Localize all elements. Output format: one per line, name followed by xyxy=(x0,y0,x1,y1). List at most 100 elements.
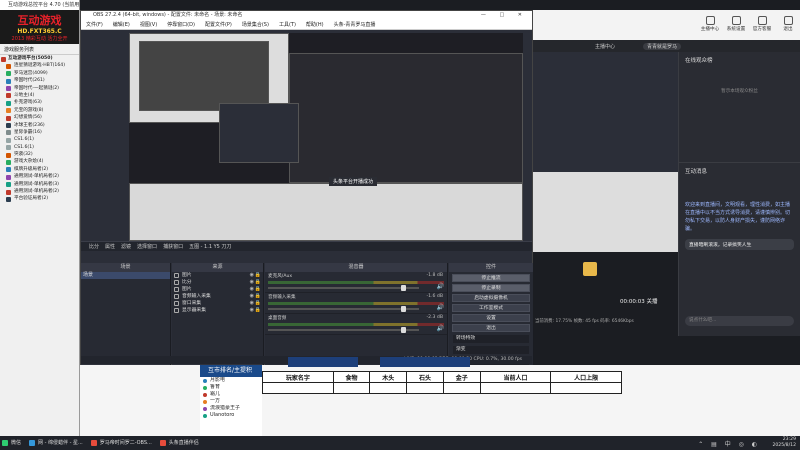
game-list-item[interactable]: 幻想爱情(56) xyxy=(0,114,79,121)
source-toolbar-item[interactable]: 滤镜 xyxy=(121,243,131,250)
scenes-header: 场景 xyxy=(81,263,170,272)
source-toolbar-item[interactable]: 属性 xyxy=(105,243,115,250)
taskbar-app[interactable]: 头条直播伴侣 xyxy=(158,437,203,449)
eye-icon[interactable]: ◉ xyxy=(250,293,254,300)
source-toolbar-item[interactable]: 选择窗口 xyxy=(137,243,157,250)
game-list-item[interactable]: 棋牌升级局者(2) xyxy=(0,166,79,173)
rank-list-item: 月影电 xyxy=(200,377,262,384)
live-right-panel: 在线观众榜 暂示本场观众粉丝 互动消息 欢迎来到直播间，文明观看，理性消费，如主… xyxy=(678,52,800,336)
menu-item[interactable]: 配置文件(P) xyxy=(200,21,237,28)
source-toolbar-item[interactable]: 比分 xyxy=(89,243,99,250)
topbar-item[interactable]: 官方客服 xyxy=(750,16,774,32)
topbar-item[interactable]: 退出 xyxy=(776,16,800,32)
menu-item[interactable]: 停靠窗口(D) xyxy=(162,21,200,28)
volume-knob[interactable] xyxy=(401,327,407,333)
lock-icon[interactable]: 🔒 xyxy=(255,286,261,293)
speaker-icon[interactable]: 🔊 xyxy=(437,325,444,332)
scene-item[interactable]: 场景 xyxy=(81,272,170,279)
menu-item[interactable]: 头条-青青罗马直播 xyxy=(329,21,381,28)
lock-icon[interactable]: 🔒 xyxy=(255,272,261,279)
source-toolbar-item[interactable]: 捕获窗口 xyxy=(163,243,183,250)
menu-item[interactable]: 工具(T) xyxy=(274,21,301,28)
game-icon xyxy=(6,63,11,69)
transition-select[interactable]: 渐变 xyxy=(453,346,529,354)
source-item[interactable]: 窗口采集 ◉ 🔒 xyxy=(172,300,263,307)
mixer-channel: 桌面音频 -2.3 dB 🔊 xyxy=(265,314,447,335)
game-list-item[interactable]: CS1.6(1) xyxy=(0,144,79,151)
volume-slider[interactable] xyxy=(268,306,420,312)
game-list-item[interactable]: 互动游戏平台(5050) xyxy=(0,55,79,62)
taskbar-app[interactable]: 微信 xyxy=(0,437,25,449)
menu-item[interactable]: 视图(V) xyxy=(135,21,162,28)
live-timer[interactable]: 00:00:03 关播 xyxy=(620,297,657,305)
menu-item[interactable]: 帮助(H) xyxy=(301,21,329,28)
game-list-item[interactable]: 通用测试-单机局者(2) xyxy=(0,188,79,195)
topbar-item[interactable]: 系统设置 xyxy=(724,16,748,32)
transition-label: 转场特效 xyxy=(453,335,529,343)
lock-icon[interactable]: 🔒 xyxy=(255,307,261,314)
window-controls[interactable]: — □ ✕ xyxy=(481,11,528,20)
menu-item[interactable]: 文件(F) xyxy=(81,21,108,28)
lock-icon[interactable]: 🔒 xyxy=(255,279,261,286)
game-list-item[interactable]: 通用测试-单机局者(2) xyxy=(0,173,79,180)
game-list-item[interactable]: 斗地主(4) xyxy=(0,92,79,99)
eye-icon[interactable]: ◉ xyxy=(250,286,254,293)
source-item[interactable]: 图片 ◉ 🔒 xyxy=(172,286,263,293)
stats-column-header: 当前人口 xyxy=(479,371,552,383)
lock-icon[interactable]: 🔒 xyxy=(255,293,261,300)
speaker-icon[interactable]: 🔊 xyxy=(437,304,444,311)
eye-icon[interactable]: ◉ xyxy=(250,279,254,286)
source-item[interactable]: 显示器采集 ◉ 🔒 xyxy=(172,307,263,314)
source-type-icon xyxy=(174,273,179,278)
volume-knob[interactable] xyxy=(401,285,407,291)
game-list-item[interactable]: 平台验证局者(2) xyxy=(0,195,79,202)
menu-item[interactable]: 编辑(E) xyxy=(108,21,135,28)
chat-input[interactable]: 说点什么吧... xyxy=(685,316,794,326)
taskbar-app[interactable]: 罗马帝时间罗二-OBS... xyxy=(89,437,156,449)
topbar-item[interactable]: 主播中心 xyxy=(698,16,722,32)
volume-slider[interactable] xyxy=(268,285,420,291)
lock-icon[interactable]: 🔒 xyxy=(255,300,261,307)
game-list-item[interactable]: 连星猜谜游戏-HBT(164) xyxy=(0,62,79,69)
game-list-item[interactable]: CS1.6(1) xyxy=(0,136,79,143)
taskbar-app[interactable]: 网 - 绵侵蜡伴 - 星... xyxy=(27,437,87,449)
obs-title-bar: OBS 27.2.4 (64-bit, windows) - 配置文件: 未命名… xyxy=(81,11,532,20)
speaker-icon[interactable]: 🔊 xyxy=(437,283,444,290)
obs-preview[interactable]: 头条平台开播成功 xyxy=(129,33,523,241)
control-button[interactable]: 停止推流 xyxy=(452,274,530,282)
source-toolbar-item[interactable]: 五图 - 1.1 Y5 刀刀 xyxy=(189,243,231,250)
rank-player-name: 霜儿 xyxy=(210,391,221,397)
eye-icon[interactable]: ◉ xyxy=(250,307,254,314)
logo-line-2: HD.FXT365.C xyxy=(17,28,62,35)
control-button[interactable]: 工作室模式 xyxy=(452,304,530,312)
volume-knob[interactable] xyxy=(401,306,407,312)
game-list-item[interactable]: 帝国时代(261) xyxy=(0,77,79,84)
source-item[interactable]: 比分 ◉ 🔒 xyxy=(172,279,263,286)
source-item[interactable]: 图片 ◉ 🔒 xyxy=(172,272,263,279)
game-list-item[interactable]: 帝国时代-一起猜谜(2) xyxy=(0,85,79,92)
game-list-item[interactable]: 罗马迷宫(4099) xyxy=(0,70,79,77)
game-list-item[interactable]: 元宝的游戏(8) xyxy=(0,107,79,114)
tray-clock[interactable]: 23:29 2025/8/12 xyxy=(772,437,796,449)
control-button[interactable]: 退出 xyxy=(452,324,530,332)
live-user-badge[interactable]: 青青就是罗马 xyxy=(643,43,682,50)
eye-icon[interactable]: ◉ xyxy=(250,272,254,279)
volume-slider[interactable] xyxy=(268,327,420,333)
game-list-item[interactable]: 星际争霸(16) xyxy=(0,129,79,136)
control-button[interactable]: 启动虚拟摄像机 xyxy=(452,294,530,302)
game-list-item[interactable]: 冰球王者(236) xyxy=(0,122,79,129)
live-header-center[interactable]: 主播中心 xyxy=(595,43,615,50)
topbar-label: 退出 xyxy=(783,27,793,32)
game-list-item[interactable]: 突袭(32) xyxy=(0,151,79,158)
game-list-item[interactable]: 游戏大杂烩(4) xyxy=(0,158,79,165)
menu-item[interactable]: 场景集合(S) xyxy=(237,21,274,28)
game-icon xyxy=(6,93,11,99)
game-list-item[interactable]: 扑克游戏(63) xyxy=(0,99,79,106)
control-button[interactable]: 停止录制 xyxy=(452,284,530,292)
eye-icon[interactable]: ◉ xyxy=(250,300,254,307)
tray-icons[interactable]: ⌃ ▤ 中 ◎ ◐ xyxy=(698,439,760,448)
source-item[interactable]: 音频输入采集 ◉ 🔒 xyxy=(172,293,263,300)
lock-icon[interactable] xyxy=(583,262,597,276)
control-button[interactable]: 设置 xyxy=(452,314,530,322)
game-list-item[interactable]: 通用测试-单机局者(3) xyxy=(0,181,79,188)
